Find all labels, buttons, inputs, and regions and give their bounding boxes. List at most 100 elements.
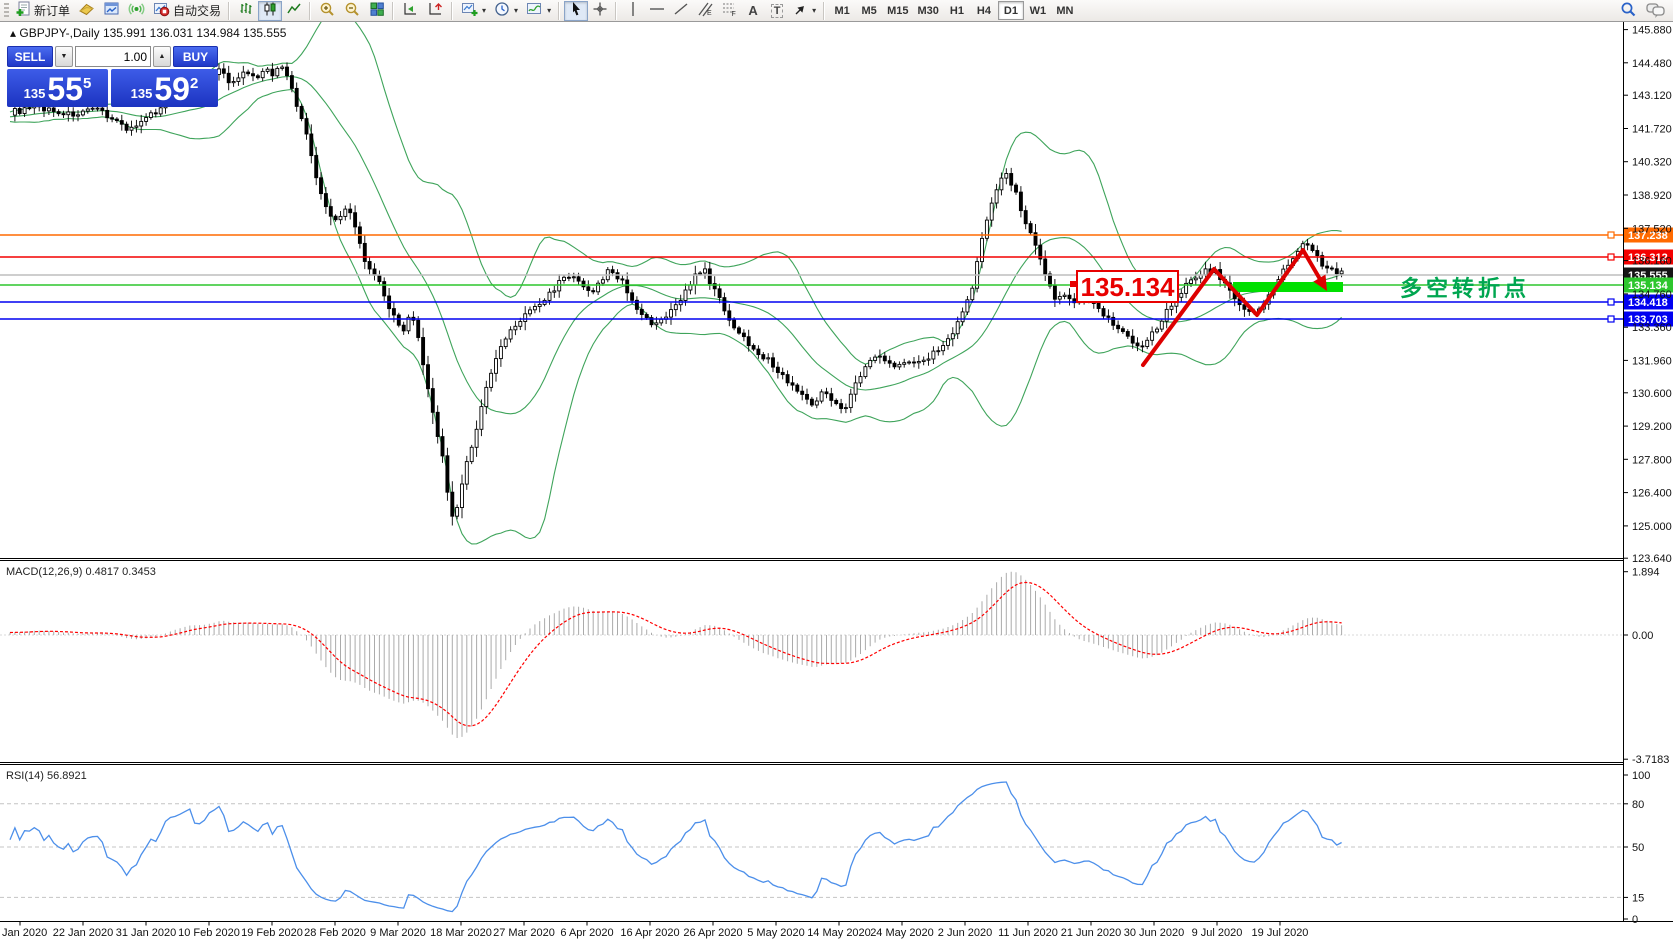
buy-price-big: 59 [154,74,190,104]
templates-icon [526,1,543,20]
date-label: 28 Feb 2020 [304,927,366,939]
zoom-out-icon [344,1,361,20]
toolbar-grip[interactable] [4,3,9,19]
buy-price[interactable]: 135 59 2 [111,69,218,107]
text-icon: A [748,3,757,18]
date-label: 10 Feb 2020 [178,927,240,939]
sell-price-sup: 5 [83,78,91,90]
new-order-button[interactable]: 新订单 [11,1,74,21]
date-label: 27 Mar 2020 [493,927,555,939]
date-label: 16 Apr 2020 [620,927,679,939]
timeframe-button-w1[interactable]: W1 [1025,1,1051,20]
axis-tick-label: 144.480 [1632,58,1672,70]
horizontal-line-tool-button[interactable] [645,1,669,21]
volume-decrease-button[interactable]: ▼ [55,46,73,67]
buy-price-prefix: 135 [131,84,153,104]
chart-canvas[interactable]: 137.238136.312135.555135.134134.418133.7… [0,0,1673,943]
date-label: 9 Jul 2020 [1192,927,1243,939]
toolbar: 新订单 自动交易 [0,0,1673,22]
autotrade-icon [153,1,170,20]
fibonacci-tool-button[interactable]: F [717,1,741,21]
chart-shift-button[interactable] [423,1,448,21]
axis-tick-label: 140.320 [1632,157,1672,169]
price-annotation-box[interactable]: 135.134 [1070,271,1178,302]
date-label: 21 Jun 2020 [1061,927,1122,939]
toolbar-separator [226,2,233,20]
line-chart-button[interactable] [282,1,306,21]
timeframe-button-mn[interactable]: MN [1052,1,1078,20]
axis-tick-label: 133.360 [1632,322,1672,334]
date-axis[interactable]: 3 Jan 2020 22 Jan 202031 Jan 202010 Feb 2… [0,922,1308,940]
chart-annotations[interactable]: 135.134 多空转折点 [1070,250,1530,365]
new-chart-icon [461,1,478,20]
text-tool-button[interactable]: A [741,1,765,21]
date-label: 31 Jan 2020 [116,927,177,939]
toolbar-separator [821,2,828,20]
trend-line-icon [673,1,689,20]
timeframe-button-h4[interactable]: H4 [971,1,997,20]
timeframe-button-d1[interactable]: D1 [998,1,1024,20]
price-annotation-text: 135.134 [1081,272,1176,302]
volume-input[interactable] [75,46,151,67]
auto-scroll-button[interactable] [398,1,423,21]
templates-button[interactable]: ▾ [522,1,555,21]
community-chat-button[interactable] [1641,1,1671,21]
axis-tick-label: 143.120 [1632,90,1672,102]
new-order-icon [15,1,31,20]
date-label: 5 May 2020 [747,927,804,939]
candlestick-chart-button[interactable] [258,1,282,21]
zoom-in-button[interactable] [315,1,340,21]
timeframe-button-h1[interactable]: H1 [944,1,970,20]
timeframe-button-m15[interactable]: M15 [883,1,912,20]
trend-line-tool-button[interactable] [669,1,693,21]
price-axis[interactable]: 145.880144.480143.120141.720140.320138.9… [1623,25,1672,926]
autotrading-button[interactable]: 自动交易 [149,1,225,21]
zoom-out-button[interactable] [340,1,365,21]
macd-indicator [0,572,1623,738]
date-label: 22 Jan 2020 [53,927,114,939]
axis-tick-label: 100 [1632,770,1650,782]
axis-tick-label: 15 [1632,892,1644,904]
price-line-133.703[interactable]: 133.703 [0,312,1673,327]
history-center-button[interactable] [74,1,99,21]
date-label: 3 Jan 2020 [0,927,47,939]
bar-chart-button[interactable] [234,1,258,21]
sell-button[interactable]: SELL [7,46,53,67]
price-line-137.238[interactable]: 137.238 [0,228,1673,243]
profiles-button[interactable]: ▾ [490,1,522,21]
channel-tool-button[interactable]: E [693,1,717,21]
volume-increase-button[interactable]: ▲ [153,46,171,67]
toolbar-separator [613,2,620,20]
crosshair-icon [592,1,608,20]
timeframe-button-m30[interactable]: M30 [914,1,943,20]
cursor-tool-button[interactable] [564,1,588,21]
chart-frame [0,22,1673,922]
date-label: 24 May 2020 [870,927,934,939]
search-button[interactable] [1615,1,1641,21]
arrows-tool-button[interactable]: ▾ [789,1,820,21]
axis-tick-label: 137.520 [1632,223,1672,235]
buy-button[interactable]: BUY [173,46,218,67]
text-label-tool-button[interactable]: T [765,1,789,21]
crosshair-tool-button[interactable] [588,1,612,21]
fibonacci-icon: F [721,1,737,20]
timeframe-button-m5[interactable]: M5 [856,1,882,20]
chart-title: ▴ GBPJPY-,Daily 135.991 136.031 134.984 … [10,26,287,40]
zoom-in-icon [319,1,336,20]
new-chart-button[interactable]: ▾ [457,1,490,21]
price-line-136.312[interactable]: 136.312 [0,250,1673,265]
vertical-line-tool-button[interactable] [621,1,645,21]
toolbar-separator [390,2,397,20]
date-label: 6 Apr 2020 [560,927,613,939]
timeframe-button-m1[interactable]: M1 [829,1,855,20]
signals-button[interactable] [124,1,149,21]
macd-label: MACD(12,26,9) 0.4817 0.3453 [6,566,156,578]
date-label: 14 May 2020 [807,927,871,939]
axis-tick-label: 126.400 [1632,488,1672,500]
market-watch-button[interactable] [99,1,124,21]
tile-windows-button[interactable] [365,1,389,21]
axis-tick-label: 0 [1632,914,1638,926]
profiles-icon [494,1,510,20]
turning-point-text[interactable]: 多空转折点 [1400,276,1530,301]
sell-price[interactable]: 135 55 5 [7,69,108,107]
